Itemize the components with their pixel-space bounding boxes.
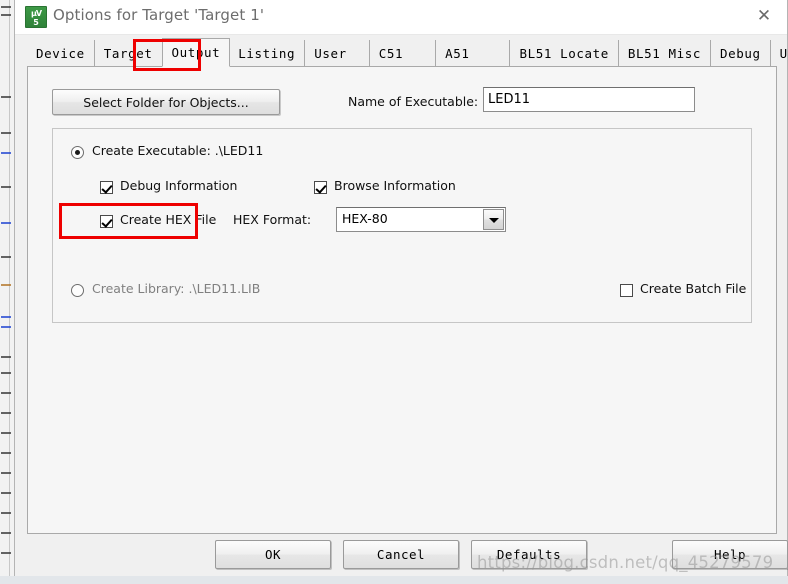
uvision-logo-icon: µV 5 [25,6,47,28]
ok-button[interactable]: OK [215,540,331,569]
tab-strip: Device Target Output Listing User C51 A51 BL51 … [27,38,788,67]
chevron-down-icon[interactable] [483,209,504,230]
help-button[interactable]: Help [672,540,788,569]
defaults-button[interactable]: Defaults [471,540,587,569]
hex-format-select[interactable]: HEX-80 [336,207,506,232]
select-folder-for-objects-button[interactable]: Select Folder for Objects... [52,89,280,115]
title-bar: µV 5 Options for Target 'Target 1' ✕ [15,0,787,35]
tab-user[interactable]: User [305,40,370,67]
output-options-group: Create Executable: .\LED11 Debug Informa… [52,128,752,323]
editor-gutter-line [9,0,10,584]
name-of-executable-input[interactable] [483,87,695,112]
tab-bl51-locate[interactable]: BL51 Locate [510,40,619,67]
hex-format-label: HEX Format: [233,212,312,227]
tab-bl51-misc[interactable]: BL51 Misc [619,40,712,67]
create-executable-radio[interactable] [71,146,84,159]
desktop-bottom-strip [0,576,788,584]
create-batch-file-label[interactable]: Create Batch File [640,281,746,296]
create-hex-file-checkbox[interactable] [100,215,113,228]
tab-a51[interactable]: A51 [436,40,511,67]
background-editor-sliver [0,0,14,584]
tab-device[interactable]: Device [27,40,95,67]
browse-information-checkbox[interactable] [314,181,327,194]
create-library-label[interactable]: Create Library: .\LED11.LIB [92,281,260,296]
tab-listing[interactable]: Listing [229,40,306,67]
create-executable-label[interactable]: Create Executable: .\LED11 [92,143,263,158]
debug-information-checkbox[interactable] [100,181,113,194]
options-dialog: µV 5 Options for Target 'Target 1' ✕ Dev… [14,0,788,578]
close-icon[interactable]: ✕ [741,0,787,33]
cancel-button[interactable]: Cancel [343,540,459,569]
logo-line-1: µV [30,9,42,18]
tab-debug[interactable]: Debug [711,40,771,67]
tab-utilities[interactable]: Utilities [771,40,788,67]
debug-information-label[interactable]: Debug Information [120,178,237,193]
create-library-radio[interactable] [71,284,84,297]
hex-format-value: HEX-80 [342,211,388,226]
tab-target[interactable]: Target [95,40,163,67]
browse-information-label[interactable]: Browse Information [334,178,456,193]
logo-line-2: 5 [33,18,39,27]
window-title: Options for Target 'Target 1' [53,6,265,24]
output-tab-panel: Select Folder for Objects... Name of Exe… [27,66,777,534]
create-hex-file-label[interactable]: Create HEX File [120,212,216,227]
tab-c51[interactable]: C51 [370,40,437,67]
name-of-executable-label: Name of Executable: [348,94,479,109]
tab-output[interactable]: Output [161,38,231,67]
create-batch-file-checkbox[interactable] [620,284,633,297]
